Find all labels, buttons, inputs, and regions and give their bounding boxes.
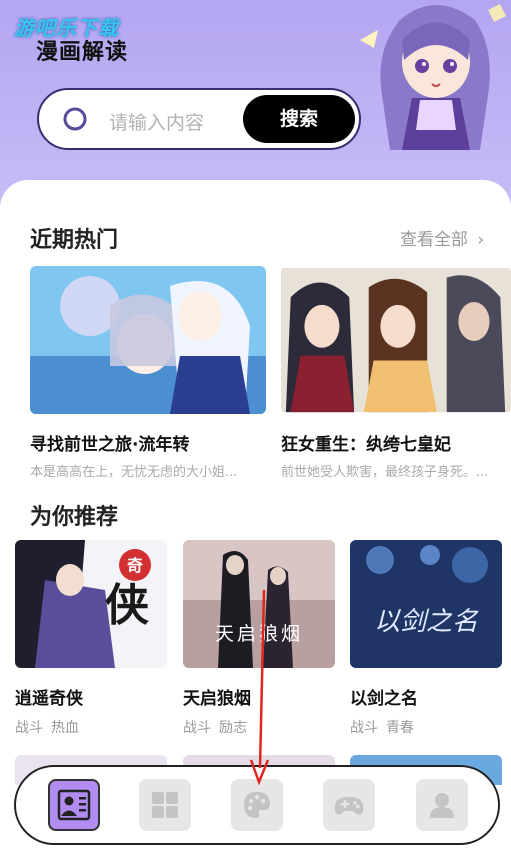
hot-card[interactable]: 狂女重生：纨绔七皇妃 前世她受人欺害，最终孩子身死。... [281, 266, 511, 480]
gamepad-icon [334, 797, 364, 815]
recommend-card-tags: 战斗 热血 [15, 717, 167, 737]
cover-image: 奇 侠 [15, 540, 167, 668]
nav-item-profile[interactable] [416, 779, 468, 831]
nav-item-category[interactable] [139, 779, 191, 831]
hot-card-desc: 前世她受人欺害，最终孩子身死。... [281, 465, 489, 480]
recommend-card-tags: 战斗 励志 [183, 717, 335, 737]
header: 游吧乐下载 漫画解读 请输入内容 搜索 [0, 0, 511, 205]
nav-item-library[interactable] [48, 779, 100, 831]
cover-image [281, 267, 511, 413]
user-icon [430, 793, 454, 818]
recommend-section-title: 为你推荐 [30, 505, 119, 530]
tag: 热血 [51, 720, 79, 736]
tag: 战斗 [15, 720, 43, 736]
mascot-illustration [360, 4, 506, 150]
recommend-card[interactable]: 奇 侠 逍遥奇侠 战斗 热血 [15, 540, 167, 737]
tag: 战斗 [350, 720, 378, 736]
svg-text:侠: 侠 [105, 580, 150, 631]
nav-item-games[interactable] [323, 779, 375, 831]
profile-card-icon [57, 789, 91, 821]
search-icon [63, 107, 87, 131]
search-button[interactable]: 搜索 [243, 95, 355, 143]
hot-card-title: 寻找前世之旅·流年转 [30, 435, 190, 455]
chevron-right-icon: › [477, 230, 485, 250]
hot-card[interactable]: 寻找前世之旅·流年转 本是高高在上，无忧无虑的大小姐... [30, 266, 266, 480]
palette-icon [244, 792, 270, 818]
see-all-label: 查看全部 [400, 230, 468, 250]
search-input[interactable]: 请输入内容 [109, 108, 204, 135]
cover-image: 以剑之名 [350, 540, 502, 668]
hot-card-title: 狂女重生：纨绔七皇妃 [281, 435, 451, 455]
cover-image [30, 266, 266, 414]
hot-section-title: 近期热门 [30, 228, 119, 253]
hot-card-desc: 本是高高在上，无忧无虑的大小姐... [30, 465, 238, 480]
grid-icon [152, 792, 178, 818]
search-box[interactable]: 请输入内容 搜索 [37, 88, 361, 150]
app-title: 漫画解读 [36, 40, 129, 65]
tag: 青春 [386, 720, 414, 736]
tag: 励志 [219, 720, 247, 736]
svg-text:以剑之名: 以剑之名 [374, 607, 479, 637]
see-all-link[interactable]: 查看全部 › [400, 225, 484, 250]
recommend-card-title: 天启狼烟 [183, 689, 251, 709]
recommend-card[interactable]: 以剑之名 以剑之名 战斗 青春 [350, 540, 502, 737]
svg-text:天启狼烟: 天启狼烟 [215, 623, 303, 645]
recommend-card-title: 以剑之名 [350, 689, 418, 709]
cover-image: 天启狼烟 [183, 540, 335, 668]
recommend-card[interactable]: 天启狼烟 天启狼烟 战斗 励志 [183, 540, 335, 737]
recommend-card-title: 逍遥奇侠 [15, 689, 83, 709]
nav-item-create[interactable] [231, 779, 283, 831]
tag: 战斗 [183, 720, 211, 736]
bottom-nav [14, 765, 500, 845]
svg-text:奇: 奇 [127, 556, 143, 575]
recommend-card-tags: 战斗 青春 [350, 717, 502, 737]
